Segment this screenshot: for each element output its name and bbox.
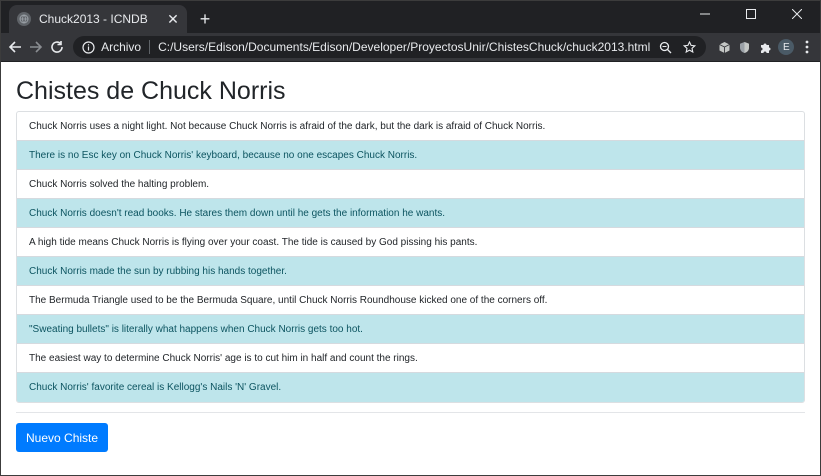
menu-kebab-icon[interactable] [798, 36, 816, 58]
joke-item: Chuck Norris solved the halting problem. [17, 170, 804, 199]
window-controls [682, 1, 820, 27]
joke-item: Chuck Norris uses a night light. Not bec… [17, 112, 804, 141]
globe-icon [17, 12, 31, 26]
zoom-icon[interactable] [656, 38, 674, 56]
maximize-icon[interactable] [728, 1, 774, 27]
extension-cube-icon[interactable] [715, 36, 733, 58]
browser-toolbar: Archivo C:/Users/Edison/Documents/Edison… [1, 33, 820, 62]
joke-item: A high tide means Chuck Norris is flying… [17, 228, 804, 257]
minimize-icon[interactable] [682, 1, 728, 27]
divider [16, 412, 805, 413]
page-title: Chistes de Chuck Norris [16, 77, 286, 105]
joke-item: Chuck Norris doesn't read books. He star… [17, 199, 804, 228]
tab-close-icon[interactable]: ✕ [165, 11, 181, 27]
joke-item: Chuck Norris' favorite cereal is Kellogg… [17, 373, 804, 402]
info-icon[interactable] [81, 40, 95, 54]
extensions-puzzle-icon[interactable] [757, 36, 775, 58]
joke-item: The easiest way to determine Chuck Norri… [17, 344, 804, 373]
back-arrow-icon[interactable] [5, 35, 24, 59]
browser-window: Chuck2013 - ICNDB ✕ + Archivo C:/Users/E… [0, 0, 821, 476]
reload-icon[interactable] [48, 35, 67, 59]
jokes-list: Chuck Norris uses a night light. Not bec… [16, 111, 805, 403]
tab-chuck2013[interactable]: Chuck2013 - ICNDB ✕ [9, 5, 187, 33]
page-content: Chistes de Chuck Norris Chuck Norris use… [1, 76, 820, 452]
new-tab-button[interactable]: + [191, 5, 219, 33]
extension-shield-icon[interactable] [736, 36, 754, 58]
tab-title: Chuck2013 - ICNDB [39, 12, 148, 26]
scheme-label: Archivo [101, 40, 142, 54]
new-joke-button[interactable]: Nuevo Chiste [16, 423, 109, 452]
joke-item: The Bermuda Triangle used to be the Berm… [17, 286, 804, 315]
tab-strip: Chuck2013 - ICNDB ✕ + [1, 1, 820, 33]
close-window-icon[interactable] [774, 1, 820, 27]
profile-initial: E [778, 39, 795, 55]
joke-item: "Sweating bullets" is literally what hap… [17, 315, 804, 344]
joke-item: Chuck Norris made the sun by rubbing his… [17, 257, 804, 286]
url-text[interactable]: C:/Users/Edison/Documents/Edison/Develop… [158, 40, 650, 54]
address-bar[interactable]: Archivo C:/Users/Edison/Documents/Edison… [73, 36, 707, 58]
joke-item: There is no Esc key on Chuck Norris' key… [17, 141, 804, 170]
profile-avatar[interactable]: E [778, 36, 796, 58]
bookmark-star-icon[interactable] [680, 38, 698, 56]
forward-arrow-icon[interactable] [26, 35, 45, 59]
omnibox-separator [149, 40, 151, 54]
